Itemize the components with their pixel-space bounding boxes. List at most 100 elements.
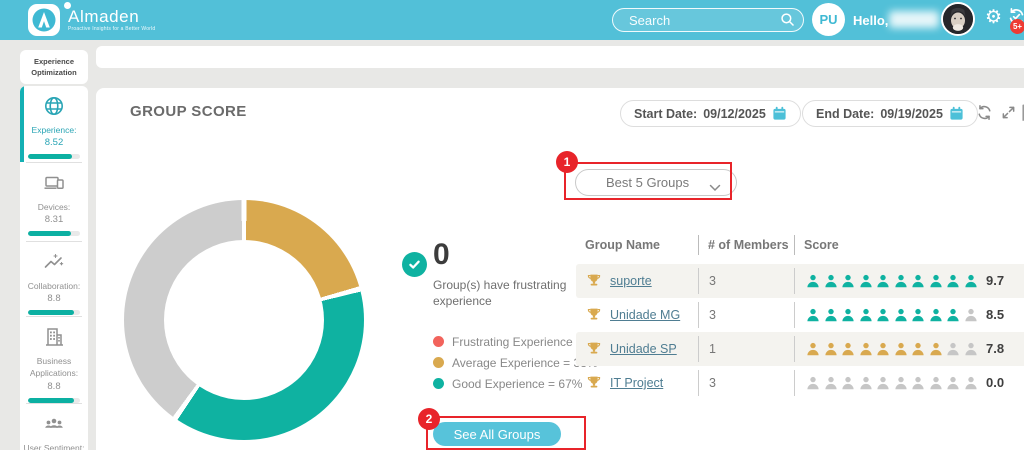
- person-icon: [929, 376, 943, 395]
- sidebar-item-collaboration[interactable]: Collaboration: 8.8: [20, 242, 88, 316]
- group-name-link[interactable]: Unidade SP: [610, 342, 677, 356]
- person-icon: [841, 342, 855, 361]
- start-date-picker[interactable]: Start Date: 09/12/2025: [620, 100, 801, 127]
- breadcrumb-bar: [96, 46, 1024, 68]
- group-name-link[interactable]: suporte: [610, 274, 652, 288]
- person-icon: [824, 342, 838, 361]
- person-icon: [841, 274, 855, 293]
- calendar-icon[interactable]: [949, 106, 964, 121]
- start-date-label: Start Date:: [634, 106, 698, 121]
- sidebar-item-label: Devices:: [37, 202, 71, 212]
- column-header-group-name: Group Name: [585, 238, 661, 252]
- group-name-link[interactable]: IT Project: [610, 376, 663, 390]
- search-icon[interactable]: [780, 12, 795, 27]
- end-date-picker[interactable]: End Date: 09/19/2025: [802, 100, 978, 127]
- person-icon: [929, 308, 943, 327]
- legend-dot: [433, 336, 444, 347]
- row-divider: [698, 370, 699, 396]
- person-icon: [876, 342, 890, 361]
- calendar-icon[interactable]: [772, 106, 787, 121]
- sidebar-item-experience[interactable]: Experience: 8.52: [20, 86, 88, 162]
- sidebar-item-label: Experience:: [31, 125, 77, 135]
- table-row[interactable]: Unidade SP 1 7.8: [576, 332, 1024, 366]
- person-icon: [964, 342, 978, 361]
- people-icon: [43, 413, 65, 435]
- group-score-panel: GROUP SCORE Start Date: 09/12/2025 End D…: [96, 88, 1024, 450]
- person-icon: [841, 308, 855, 327]
- column-header-score: Score: [804, 238, 839, 252]
- annotation-rect-1: [564, 162, 732, 200]
- group-score-table: suporte 3 9.7 Unidade MG 3 8.5 Unidade S…: [576, 264, 1024, 400]
- person-icon: [859, 274, 873, 293]
- sidebar-item-value: 8.8: [47, 380, 61, 392]
- person-icon: [946, 342, 960, 361]
- table-row[interactable]: suporte 3 9.7: [576, 264, 1024, 298]
- search-input[interactable]: [612, 8, 804, 32]
- member-count: 1: [709, 342, 716, 356]
- person-icon: [876, 376, 890, 395]
- score-person-icons: [806, 308, 978, 327]
- row-divider: [794, 302, 795, 328]
- score-progress-track: [28, 231, 80, 237]
- search-box: [612, 8, 804, 32]
- legend-label: Good Experience = 67%: [452, 376, 583, 391]
- frustrating-groups-text: Group(s) have frustrating experience: [433, 278, 567, 308]
- notification-badge[interactable]: 5+: [1010, 19, 1024, 34]
- person-icon: [824, 376, 838, 395]
- person-icon: [841, 376, 855, 395]
- person-icon: [894, 274, 908, 293]
- sidebar-item-value: 8.52: [44, 137, 64, 149]
- score-value: 8.5: [986, 307, 1005, 322]
- score-value: 7.8: [986, 341, 1005, 356]
- table-row[interactable]: IT Project 3 0.0: [576, 366, 1024, 400]
- person-icon: [859, 342, 873, 361]
- end-date-value: 09/19/2025: [880, 106, 943, 121]
- row-divider: [698, 302, 699, 328]
- row-divider: [794, 370, 795, 396]
- score-progress-track: [28, 154, 80, 160]
- person-icon: [824, 308, 838, 327]
- collaboration-icon: [43, 251, 65, 273]
- person-icon: [806, 376, 820, 395]
- row-divider: [794, 336, 795, 362]
- expand-icon[interactable]: [1001, 105, 1016, 120]
- brand-logo[interactable]: Almaden Proactive Insights for a Better …: [28, 2, 156, 36]
- experience-donut-chart: [124, 200, 364, 440]
- sidebar-item-devices[interactable]: Devices: 8.31: [20, 163, 88, 241]
- group-name-link[interactable]: Unidade MG: [610, 308, 680, 322]
- frustrating-groups-count: 0: [433, 238, 450, 271]
- sidebar-item-value: 8.8: [47, 293, 61, 305]
- score-progress-track: [28, 397, 80, 403]
- person-icon: [911, 342, 925, 361]
- score-person-icons: [806, 376, 978, 395]
- trophy-icon: [586, 273, 602, 289]
- person-icon: [806, 308, 820, 327]
- person-icon: [806, 342, 820, 361]
- person-icon: [964, 376, 978, 395]
- sidebar-item-user-sentiment[interactable]: User Sentiment: 0.0: [20, 404, 88, 450]
- trophy-icon: [586, 341, 602, 357]
- refresh-icon[interactable]: [976, 104, 993, 121]
- user-initials-badge[interactable]: PU: [812, 3, 845, 36]
- annotation-number-2: 2: [418, 408, 440, 430]
- column-header-members: # of Members: [708, 238, 789, 252]
- score-progress-fill: [28, 154, 73, 160]
- member-count: 3: [709, 274, 716, 288]
- person-icon: [806, 274, 820, 293]
- person-icon: [859, 308, 873, 327]
- person-icon: [911, 308, 925, 327]
- member-count: 3: [709, 308, 716, 322]
- table-row[interactable]: Unidade MG 3 8.5: [576, 298, 1024, 332]
- profile-avatar[interactable]: [941, 2, 975, 36]
- globe-icon: [43, 95, 65, 117]
- donut-hole: [164, 240, 324, 400]
- almaden-logo-icon: [28, 4, 60, 36]
- person-icon: [929, 274, 943, 293]
- annotation-rect-2: [426, 416, 586, 450]
- brand-tagline: Proactive Insights for a Better World: [68, 26, 156, 32]
- sidebar-item-business-applications[interactable]: Business Applications: 8.8: [20, 317, 88, 403]
- top-header-bar: Almaden Proactive Insights for a Better …: [0, 0, 1024, 40]
- score-progress-fill: [28, 231, 72, 237]
- gear-icon[interactable]: ⚙: [985, 8, 1002, 27]
- member-count: 3: [709, 376, 716, 390]
